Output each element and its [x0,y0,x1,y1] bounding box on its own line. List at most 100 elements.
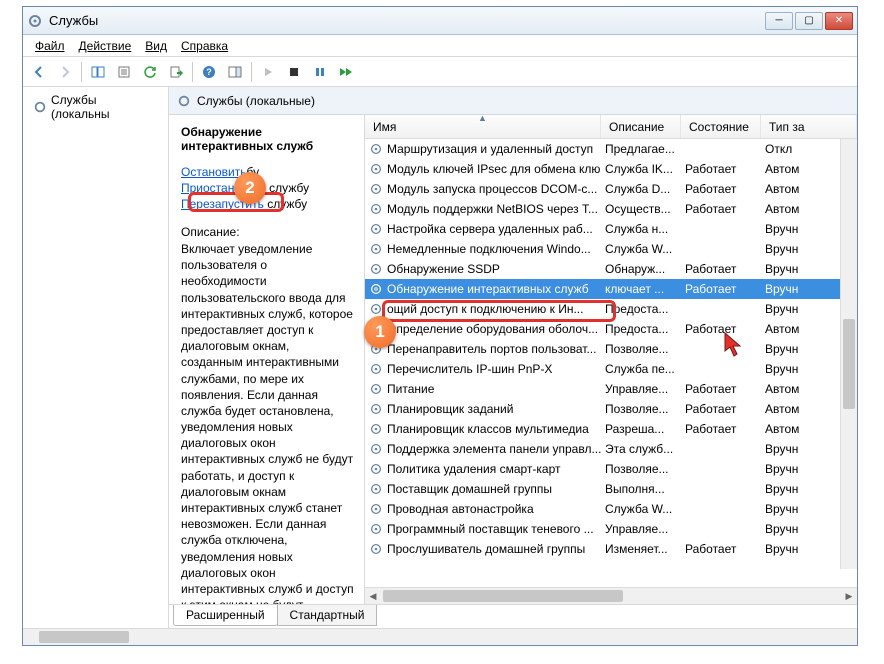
refresh-button[interactable] [138,60,162,84]
tab-standard[interactable]: Стандартный [277,605,378,626]
col-desc[interactable]: Описание [601,115,681,138]
gear-icon [369,202,383,216]
service-name-cell: Политика удаления смарт-карт [387,462,561,476]
sidebar-scrollbar[interactable] [23,628,857,645]
col-name[interactable]: Имя▲ [365,115,601,138]
description-label: Описание: [181,225,354,239]
scroll-right-icon[interactable]: ▶ [841,591,857,602]
service-desc-cell: Предоста... [601,302,681,316]
tree-root-services[interactable]: Службы (локальны [23,87,168,127]
export-button[interactable] [164,60,188,84]
service-desc-cell: Позволяе... [601,342,681,356]
service-desc-cell: Позволяе... [601,462,681,476]
gear-icon [369,382,383,396]
gear-icon [369,502,383,516]
service-name-cell: Модуль запуска процессов DCOM-с... [387,182,597,196]
gear-icon [369,302,383,316]
scrollbar-thumb[interactable] [383,590,623,602]
col-status[interactable]: Состояние [681,115,761,138]
service-status-cell: Работает [681,402,761,416]
restart-service-button[interactable] [334,60,358,84]
table-row[interactable]: Обнаружение интерактивных службключает .… [365,279,857,299]
help-button[interactable]: ? [197,60,221,84]
service-name-cell: Поставщик домашней группы [387,482,552,496]
service-desc-cell: Управляе... [601,522,681,536]
table-row[interactable]: Маршрутизация и удаленный доступПредлага… [365,139,857,159]
back-button[interactable] [27,60,51,84]
scrollbar-thumb[interactable] [39,631,129,643]
gear-icon [33,100,47,114]
service-name-cell: Прослушиватель домашней группы [387,542,585,556]
service-name-cell: Программный поставщик теневого ... [387,522,594,536]
scroll-left-icon[interactable]: ◀ [365,591,381,602]
menu-file[interactable]: Файл [29,37,71,55]
table-row[interactable]: Настройка сервера удаленных раб...Служба… [365,219,857,239]
table-row[interactable]: Программный поставщик теневого ... Управл… [365,519,857,539]
service-desc-cell: Эта служб... [601,442,681,456]
col-type[interactable]: Тип за [761,115,857,138]
service-status-cell: Работает [681,322,761,336]
gear-icon [369,362,383,376]
service-name-cell: ощий доступ к подключению к Ин... [387,302,583,316]
horizontal-scrollbar[interactable]: ◀ ▶ [365,587,857,604]
table-row[interactable]: Поддержка элемента панели управл...Эта с… [365,439,857,459]
table-row[interactable]: Обнаружение SSDPОбнаруж...РаботаетВручн [365,259,857,279]
maximize-button[interactable]: ▢ [795,12,823,30]
service-status-cell: Работает [681,202,761,216]
table-row[interactable]: Перечислитель IP-шин PnP-XСлужба пе...Вр… [365,359,857,379]
table-row[interactable]: Модуль поддержки NetBIOS через T...Осуще… [365,199,857,219]
action-pane-button[interactable] [223,60,247,84]
selected-service-name: Обнаружение интерактивных служб [181,125,354,153]
close-button[interactable]: ✕ [825,12,853,30]
properties-button[interactable] [112,60,136,84]
service-actions: Остановитьбу Приостановить службу Переза… [181,165,354,211]
scrollbar-thumb[interactable] [843,319,855,409]
table-row[interactable]: Планировщик заданийПозволяе...РаботаетАв… [365,399,857,419]
table-row[interactable]: Немедленные подключения Windo...Служба W… [365,239,857,259]
table-row[interactable]: Модуль запуска процессов DCOM-с... Служба… [365,179,857,199]
forward-button[interactable] [53,60,77,84]
service-desc-cell: Осуществ... [601,202,681,216]
service-desc-cell: Обнаруж... [601,262,681,276]
pause-link[interactable]: Приостановить [181,181,266,195]
stop-service-button[interactable] [282,60,306,84]
menu-view[interactable]: Вид [139,37,173,55]
gear-icon [177,94,191,108]
titlebar[interactable]: Службы ─ ▢ ✕ [23,7,857,35]
table-row[interactable]: Прослушиватель домашней группыИзменяет..… [365,539,857,559]
table-row[interactable]: Перенаправитель портов пользоват...Позво… [365,339,857,359]
service-status-cell: Работает [681,422,761,436]
services-window: Службы ─ ▢ ✕ Файл Действие Вид Справка ? [22,6,858,646]
gear-icon [369,262,383,276]
pause-service-button[interactable] [308,60,332,84]
table-row[interactable]: Определение оборудования оболоч...Предос… [365,319,857,339]
service-name-cell: Перечислитель IP-шин PnP-X [387,362,552,376]
stop-link[interactable]: Остановить [181,165,247,179]
menu-help[interactable]: Справка [175,37,234,55]
table-row[interactable]: Модуль ключей IPsec для обмена клю...Слу… [365,159,857,179]
tab-extended[interactable]: Расширенный [173,605,278,626]
view-tabs: Расширенный Стандартный [169,604,857,628]
gear-icon [369,242,383,256]
menu-action[interactable]: Действие [73,37,138,55]
table-row[interactable]: ПитаниеУправляе...РаботаетАвтом [365,379,857,399]
rows-container: Маршрутизация и удаленный доступПредлага… [365,139,857,587]
vertical-scrollbar[interactable] [840,139,857,569]
gear-icon [369,402,383,416]
table-row[interactable]: Поставщик домашней группыВыполня...Вручн [365,479,857,499]
table-row[interactable]: Планировщик классов мультимедиаРазреша..… [365,419,857,439]
tree-root-label: Службы (локальны [51,93,158,121]
service-desc-cell: Позволяе... [601,402,681,416]
service-desc-cell: Служба D... [601,182,681,196]
service-name-cell: Модуль ключей IPsec для обмена клю... [387,162,601,176]
table-row[interactable]: ощий доступ к подключению к Ин... Предост… [365,299,857,319]
table-row[interactable]: Проводная автонастройкаСлужба W...Вручн [365,499,857,519]
show-hide-tree-button[interactable] [86,60,110,84]
restart-link[interactable]: Перезапустить [181,197,264,211]
service-name-cell: Модуль поддержки NetBIOS через T... [387,202,598,216]
service-name-cell: Обнаружение интерактивных служб [387,282,589,296]
table-row[interactable]: Политика удаления смарт-картПозволяе...В… [365,459,857,479]
start-service-button[interactable] [256,60,280,84]
toolbar: ? [23,57,857,87]
minimize-button[interactable]: ─ [765,12,793,30]
